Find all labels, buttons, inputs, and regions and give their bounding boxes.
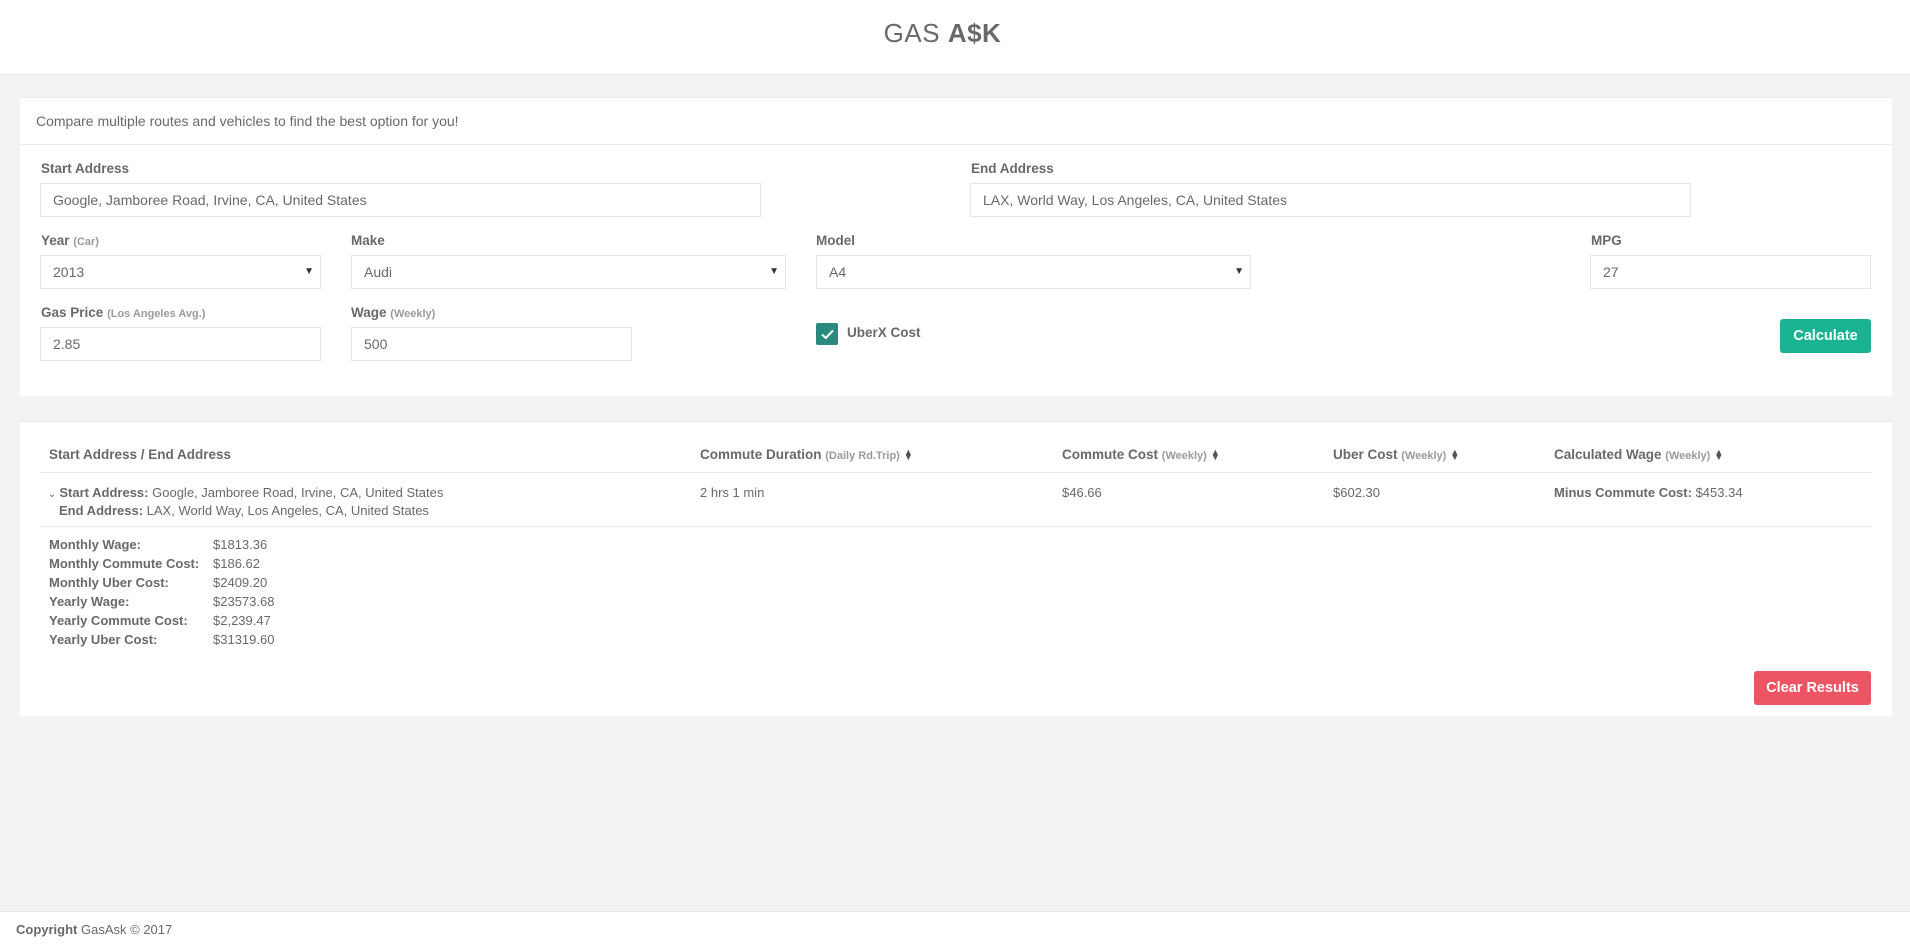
wage-input[interactable]: 500 — [351, 327, 632, 361]
mpg-input[interactable]: 27 — [1590, 255, 1871, 289]
top-navbar: GAS A$K — [0, 0, 1910, 75]
footer: Copyright GasAsk © 2017 — [0, 911, 1910, 946]
uberx-checkbox[interactable] — [816, 323, 838, 345]
result-row-start[interactable]: ⌄ Start Address: Google, Jamboree Road, I… — [48, 485, 443, 500]
year-select[interactable]: 2013 ▼ — [40, 255, 321, 289]
col-duration-header[interactable]: Commute Duration (Daily Rd.Trip) ▲ ▼ — [700, 447, 913, 462]
gas-price-label: Gas Price (Los Angeles Avg.) — [41, 305, 206, 320]
result-commute-cost: $46.66 — [1062, 485, 1102, 500]
result-uber-cost: $602.30 — [1333, 485, 1380, 500]
gas-price-input[interactable]: 2.85 — [40, 327, 321, 361]
uberx-label: UberX Cost — [847, 325, 921, 340]
model-label: Model — [816, 233, 855, 248]
row-divider — [40, 526, 1872, 527]
results-panel: Start Address / End Address Commute Dura… — [20, 421, 1892, 716]
col-cost-header[interactable]: Commute Cost (Weekly) ▲ ▼ — [1062, 447, 1220, 462]
footer-bold: Copyright — [16, 922, 78, 937]
brand-light: GAS — [883, 17, 941, 48]
summary-yearly-uber: Yearly Uber Cost: $31319.60 — [49, 632, 275, 647]
end-address-label: End Address — [971, 161, 1054, 176]
model-select[interactable]: A4 ▼ — [816, 255, 1251, 289]
result-calculated-wage: Minus Commute Cost: $453.34 — [1554, 485, 1743, 500]
brand-bold: A$K — [947, 17, 1002, 48]
summary-monthly-commute: Monthly Commute Cost: $186.62 — [49, 556, 260, 571]
result-duration: 2 hrs 1 min — [700, 485, 765, 500]
checkmark-icon — [820, 329, 834, 339]
brand-logo[interactable]: GAS A$K — [884, 18, 1002, 49]
footer-text: GasAsk © 2017 — [81, 922, 173, 937]
summary-monthly-wage: Monthly Wage: $1813.36 — [49, 537, 268, 552]
col-wage-header[interactable]: Calculated Wage (Weekly) ▲ ▼ — [1554, 447, 1723, 462]
chevron-down-icon: ▼ — [1234, 266, 1244, 277]
chevron-down-icon[interactable]: ⌄ — [48, 489, 56, 500]
year-label: Year (Car) — [41, 233, 99, 248]
make-select[interactable]: Audi ▼ — [351, 255, 786, 289]
wage-label: Wage (Weekly) — [351, 305, 436, 320]
header-divider — [40, 472, 1872, 473]
form-header: Compare multiple routes and vehicles to … — [20, 98, 1892, 145]
summary-monthly-uber: Monthly Uber Cost: $2409.20 — [49, 575, 268, 590]
calculate-button[interactable]: Calculate — [1780, 319, 1871, 353]
clear-results-button[interactable]: Clear Results — [1754, 671, 1871, 705]
result-row-end: End Address: LAX, World Way, Los Angeles… — [59, 503, 429, 518]
make-label: Make — [351, 233, 385, 248]
summary-yearly-wage: Yearly Wage: $23573.68 — [49, 594, 275, 609]
start-address-label: Start Address — [41, 161, 130, 176]
sort-icon: ▲ ▼ — [1714, 447, 1724, 463]
compare-form-panel: Compare multiple routes and vehicles to … — [20, 97, 1892, 396]
start-address-input[interactable]: Google, Jamboree Road, Irvine, CA, Unite… — [40, 183, 761, 217]
sort-icon: ▲ ▼ — [1450, 447, 1460, 463]
sort-icon: ▲ ▼ — [903, 447, 913, 463]
mpg-label: MPG — [1591, 233, 1622, 248]
sort-icon: ▲ ▼ — [1210, 447, 1220, 463]
chevron-down-icon: ▼ — [769, 266, 779, 277]
chevron-down-icon: ▼ — [304, 266, 314, 277]
summary-yearly-commute: Yearly Commute Cost: $2,239.47 — [49, 613, 271, 628]
col-uber-header[interactable]: Uber Cost (Weekly) ▲ ▼ — [1333, 447, 1459, 462]
col-address-header: Start Address / End Address — [49, 447, 232, 462]
end-address-input[interactable]: LAX, World Way, Los Angeles, CA, United … — [970, 183, 1691, 217]
